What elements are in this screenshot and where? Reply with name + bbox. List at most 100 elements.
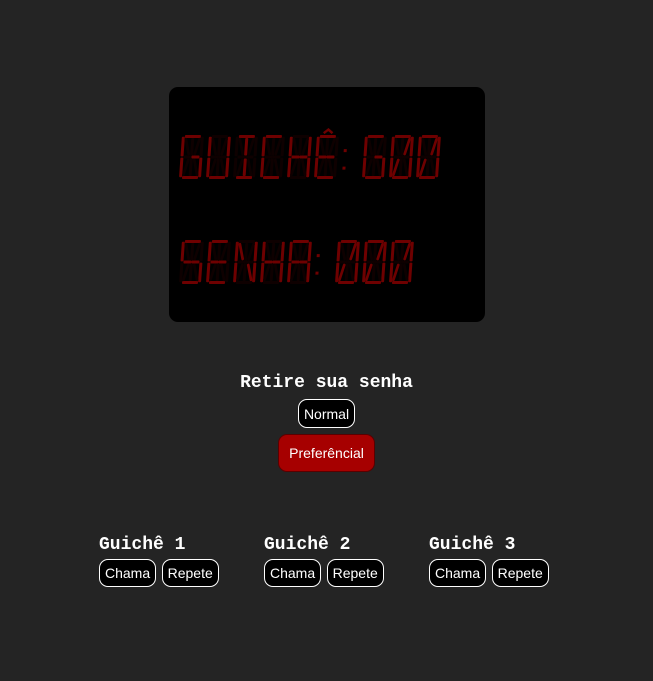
segment-f <box>207 136 212 157</box>
segment-j <box>193 242 201 261</box>
segment-d <box>364 281 382 284</box>
segment-m <box>246 158 253 177</box>
segment-char <box>206 240 231 284</box>
segment-k <box>392 263 400 282</box>
counter-3-repeat-button[interactable]: Repete <box>491 559 549 587</box>
segment-d <box>289 176 307 179</box>
segment-c <box>306 262 311 283</box>
segment-a <box>340 240 357 243</box>
counter-2-call-button[interactable]: Chama <box>264 559 322 587</box>
segment-char <box>260 135 285 179</box>
segment-d <box>418 176 436 179</box>
counter-2-repeat-button[interactable]: Repete <box>326 559 384 587</box>
segment-g1 <box>183 260 192 264</box>
segment-g2 <box>272 155 281 159</box>
normal-ticket-button[interactable]: Normal <box>297 399 356 428</box>
segment-j <box>403 137 411 156</box>
segment-h <box>184 242 191 261</box>
preferential-ticket-button[interactable]: Preferêncial <box>278 434 375 472</box>
segment-d <box>364 176 382 179</box>
segment-j <box>376 137 384 156</box>
segment-char <box>416 135 441 179</box>
segment-f <box>363 241 368 262</box>
segment-g2 <box>428 155 437 159</box>
segment-j <box>349 242 357 261</box>
segment-d <box>235 176 253 179</box>
segment-f <box>234 241 239 262</box>
segment-char <box>315 254 320 275</box>
segment-d <box>235 281 253 284</box>
segment-g1 <box>366 155 375 159</box>
display-counter-line <box>179 128 441 179</box>
segment-k <box>317 158 325 177</box>
segment-a <box>238 240 255 243</box>
segment-h <box>292 137 299 156</box>
colon-dot <box>343 149 347 153</box>
segment-char <box>179 240 204 284</box>
segment-h <box>292 242 299 261</box>
segment-m <box>192 158 199 177</box>
colon-dot <box>316 254 320 258</box>
segment-f <box>390 136 395 157</box>
segment-h <box>394 137 401 156</box>
segment-m <box>192 263 199 282</box>
display-ticket-line <box>179 240 414 284</box>
segment-g1 <box>291 260 300 264</box>
segment-c <box>354 262 359 283</box>
segment-j <box>247 137 255 156</box>
segment-a <box>421 135 438 138</box>
segment-g2 <box>245 155 254 159</box>
segment-j <box>247 242 255 261</box>
segment-a <box>184 135 201 138</box>
segment-j <box>328 137 336 156</box>
segment-d <box>391 176 409 179</box>
segment-d <box>262 281 280 284</box>
segment-h <box>265 242 272 261</box>
segment-char <box>179 135 204 179</box>
counter-2: Guichê 2 Chama Repete <box>264 531 429 587</box>
counter-3-call-button[interactable]: Chama <box>429 559 487 587</box>
segment-j <box>376 242 384 261</box>
segment-h <box>421 137 428 156</box>
segment-f <box>288 136 293 157</box>
segment-char <box>287 240 312 284</box>
segment-g2 <box>191 260 200 264</box>
segment-j <box>220 242 228 261</box>
segment-char <box>206 135 231 179</box>
segment-k <box>209 158 217 177</box>
segment-g1 <box>393 260 402 264</box>
segment-k <box>365 158 373 177</box>
segment-d <box>391 281 409 284</box>
counter-1-repeat-button[interactable]: Repete <box>161 559 219 587</box>
segment-f <box>336 241 341 262</box>
counter-title: Guichê 3 <box>429 535 516 555</box>
segment-j <box>193 137 201 156</box>
counter-1-call-button[interactable]: Chama <box>99 559 157 587</box>
segment-f <box>390 241 395 262</box>
segment-f <box>234 136 239 157</box>
segment-f <box>261 136 266 157</box>
segment-k <box>236 158 244 177</box>
segment-d <box>181 176 199 179</box>
segment-g2 <box>374 155 383 159</box>
segment-char <box>362 240 387 284</box>
segment-f <box>363 136 368 157</box>
segment-g2 <box>299 155 308 159</box>
segment-d <box>262 176 280 179</box>
segment-char <box>233 135 258 179</box>
segment-h <box>238 242 245 261</box>
counter-title: Guichê 2 <box>264 535 351 555</box>
ticket-title: Retire sua senha <box>240 373 413 393</box>
segment-g1 <box>393 155 402 159</box>
segment-c <box>252 157 257 178</box>
segment-k <box>209 263 217 282</box>
ticket-section: Retire sua senha Normal Preferêncial <box>0 370 653 472</box>
segment-d <box>337 281 355 284</box>
segment-h <box>367 137 374 156</box>
segment-k <box>236 263 244 282</box>
segment-a <box>211 240 228 243</box>
segment-char <box>389 135 414 179</box>
segment-m <box>300 158 307 177</box>
segment-a <box>292 240 309 243</box>
segment-g1 <box>264 260 273 264</box>
